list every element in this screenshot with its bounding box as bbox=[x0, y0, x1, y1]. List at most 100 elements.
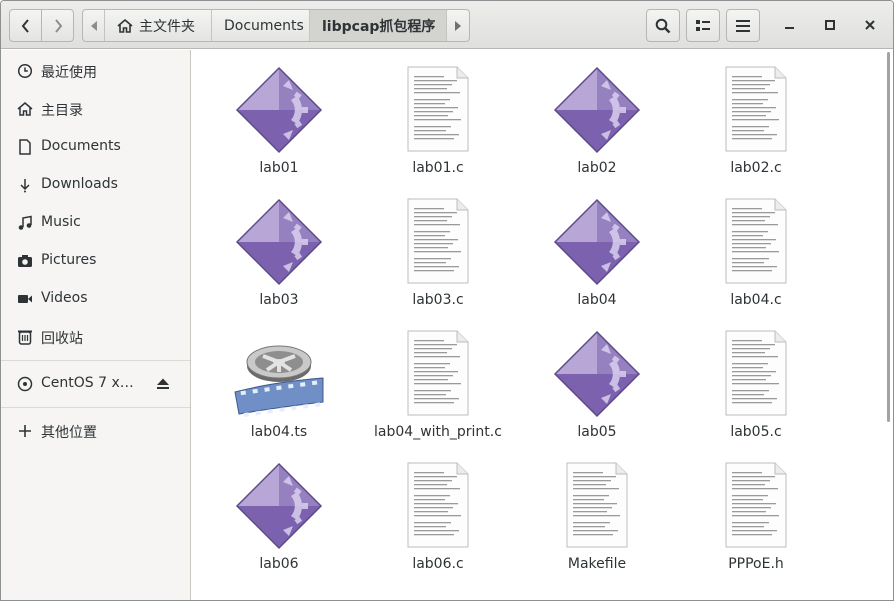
sidebar-separator bbox=[1, 407, 190, 408]
caret-right-icon bbox=[455, 20, 461, 31]
file-grid: lab01 lab01.c lab02 lab02.c lab03 lab03.c lab0… bbox=[192, 50, 893, 600]
sidebar-item-other-locations[interactable]: 其他位置 bbox=[1, 413, 190, 449]
sidebar-item-label: Documents bbox=[41, 138, 121, 154]
plus-icon bbox=[17, 423, 33, 439]
file-item[interactable]: lab04.c bbox=[681, 182, 831, 314]
close-icon bbox=[865, 20, 875, 30]
chevron-left-icon bbox=[21, 18, 29, 33]
file-name: lab03 bbox=[259, 292, 299, 308]
menu-button[interactable] bbox=[726, 9, 760, 42]
trash-icon bbox=[17, 329, 33, 345]
file-item[interactable]: Makefile bbox=[522, 446, 672, 578]
path-segment-current[interactable]: libpcap抓包程序 bbox=[310, 10, 447, 41]
file-item[interactable]: lab06 bbox=[204, 446, 354, 578]
eject-icon bbox=[157, 378, 169, 389]
file-item[interactable]: lab03.c bbox=[363, 182, 513, 314]
sidebar-item-pictures[interactable]: Pictures bbox=[1, 243, 190, 279]
path-scroll-right-button[interactable] bbox=[447, 10, 469, 41]
sidebar-item-label: Pictures bbox=[41, 252, 97, 268]
sidebar-item-music[interactable]: Music bbox=[1, 205, 190, 241]
path-segment-label: 主文件夹 bbox=[139, 18, 195, 35]
sidebar-item-label: 回收站 bbox=[41, 331, 83, 347]
file-name: lab04.c bbox=[730, 292, 782, 308]
path-scroll-left-button[interactable] bbox=[83, 10, 105, 41]
sidebar-item-downloads[interactable]: Downloads bbox=[1, 167, 190, 203]
file-item[interactable]: PPPoE.h bbox=[681, 446, 831, 578]
maximize-icon bbox=[825, 20, 835, 30]
executable-icon bbox=[522, 330, 672, 418]
clock-icon bbox=[17, 63, 33, 79]
sidebar-separator bbox=[1, 360, 190, 361]
home-icon bbox=[17, 101, 33, 117]
sidebar-item-documents[interactable]: Documents bbox=[1, 129, 190, 165]
file-item[interactable]: lab05.c bbox=[681, 314, 831, 446]
file-item[interactable]: lab02 bbox=[522, 50, 672, 182]
document-icon bbox=[17, 139, 33, 155]
file-item[interactable]: lab04 bbox=[522, 182, 672, 314]
file-name: lab05 bbox=[577, 424, 617, 440]
executable-icon bbox=[522, 198, 672, 286]
vertical-scrollbar[interactable] bbox=[887, 52, 890, 422]
file-item[interactable]: lab03 bbox=[204, 182, 354, 314]
text-file-icon bbox=[522, 462, 672, 550]
executable-icon bbox=[204, 462, 354, 550]
file-item[interactable]: lab01.c bbox=[363, 50, 513, 182]
text-file-icon bbox=[681, 66, 831, 154]
file-name: PPPoE.h bbox=[728, 556, 784, 572]
text-file-icon bbox=[363, 330, 513, 418]
sidebar-item-recent[interactable]: 最近使用 bbox=[1, 53, 190, 89]
file-item[interactable]: lab04_with_print.c bbox=[363, 314, 513, 446]
chevron-right-icon bbox=[54, 18, 62, 33]
sidebar-item-label: 最近使用 bbox=[41, 65, 97, 81]
sidebar-item-videos[interactable]: Videos bbox=[1, 281, 190, 317]
path-segment-label: libpcap抓包程序 bbox=[322, 18, 436, 35]
sidebar-item-trash[interactable]: 回收站 bbox=[1, 319, 190, 355]
file-name: lab04.ts bbox=[250, 424, 308, 440]
search-button[interactable] bbox=[646, 9, 680, 42]
header-bar: 主文件夹 Documents libpcap抓包程序 bbox=[1, 1, 893, 49]
sidebar-item-label: Downloads bbox=[41, 176, 118, 192]
path-segment-documents[interactable]: Documents bbox=[212, 10, 310, 41]
file-item[interactable]: lab05 bbox=[522, 314, 672, 446]
file-item[interactable]: lab02.c bbox=[681, 50, 831, 182]
hamburger-menu-icon bbox=[736, 19, 750, 32]
file-name: lab02 bbox=[577, 160, 617, 176]
forward-button[interactable] bbox=[41, 9, 74, 42]
text-file-icon bbox=[681, 330, 831, 418]
text-file-icon bbox=[681, 462, 831, 550]
text-file-icon bbox=[363, 462, 513, 550]
sidebar: 最近使用 主目录 Documents Downloads Music Pictu… bbox=[1, 50, 191, 600]
disc-icon bbox=[17, 376, 33, 392]
minimize-button[interactable] bbox=[780, 15, 800, 35]
download-icon bbox=[17, 177, 33, 193]
close-button[interactable] bbox=[860, 15, 880, 35]
sidebar-item-label: 其他位置 bbox=[41, 425, 97, 441]
maximize-button[interactable] bbox=[820, 15, 840, 35]
sidebar-item-label: Music bbox=[41, 214, 81, 230]
text-file-icon bbox=[681, 198, 831, 286]
music-icon bbox=[17, 215, 33, 231]
executable-icon bbox=[204, 198, 354, 286]
executable-icon bbox=[204, 66, 354, 154]
file-name: lab04 bbox=[577, 292, 617, 308]
file-name: lab03.c bbox=[412, 292, 464, 308]
view-toggle-button[interactable] bbox=[686, 9, 720, 42]
home-icon bbox=[117, 18, 133, 33]
file-item[interactable]: lab01 bbox=[204, 50, 354, 182]
path-bar: 主文件夹 Documents libpcap抓包程序 bbox=[82, 9, 470, 42]
search-icon bbox=[655, 18, 671, 33]
sidebar-item-label: CentOS 7 x… bbox=[41, 375, 134, 391]
file-name: lab04_with_print.c bbox=[374, 424, 502, 440]
sidebar-item-device[interactable]: CentOS 7 x… bbox=[1, 366, 190, 402]
text-file-icon bbox=[363, 198, 513, 286]
file-manager-window: 主文件夹 Documents libpcap抓包程序 最近使用 主目录 Docu… bbox=[0, 0, 894, 601]
file-item[interactable]: lab04.ts bbox=[204, 314, 354, 446]
list-view-icon bbox=[696, 19, 710, 31]
sidebar-item-home[interactable]: 主目录 bbox=[1, 91, 190, 127]
eject-button[interactable] bbox=[155, 376, 171, 392]
file-item[interactable]: lab06.c bbox=[363, 446, 513, 578]
sidebar-item-label: Videos bbox=[41, 290, 88, 306]
file-name: Makefile bbox=[567, 556, 627, 572]
back-button[interactable] bbox=[9, 9, 42, 42]
path-segment-home[interactable]: 主文件夹 bbox=[105, 10, 212, 41]
